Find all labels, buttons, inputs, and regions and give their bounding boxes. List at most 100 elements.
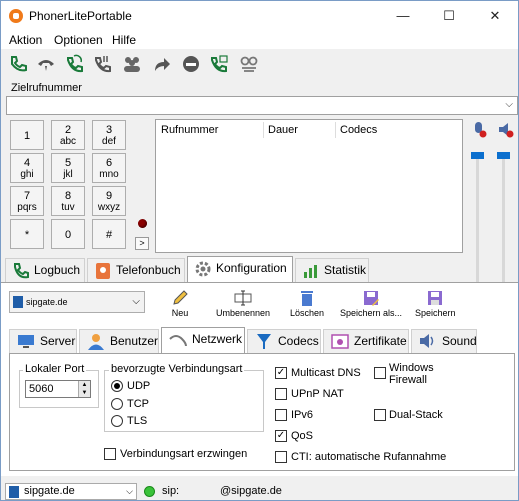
transfer-icon[interactable] [64, 54, 84, 74]
rename-button[interactable]: Umbenennen [214, 289, 272, 321]
radio-tls-label: TLS [127, 415, 148, 427]
zielrufnummer-input[interactable]: ⌵ [6, 96, 518, 115]
window-title: PhonerLitePortable [29, 9, 132, 23]
funnel-icon [257, 334, 271, 349]
close-button[interactable]: ✕ [472, 1, 518, 31]
save-as-button[interactable]: Speichern als... [339, 289, 403, 321]
keypad-digit: 3 [105, 124, 113, 136]
keypad-key[interactable]: # [92, 219, 126, 249]
upnp-nat-checkbox[interactable] [275, 388, 287, 400]
keypad-letters: tuv [61, 202, 75, 213]
tab-sound[interactable]: Sound [411, 329, 477, 353]
dual-stack-checkbox[interactable] [374, 409, 386, 421]
tab-sound-label: Sound [442, 334, 477, 348]
conference-icon[interactable] [122, 54, 142, 74]
cti-auto-answer-checkbox[interactable] [275, 451, 287, 463]
save-as-icon [364, 291, 379, 306]
keypad-letters: def [102, 136, 116, 147]
keypad-digit: 6 [105, 157, 113, 169]
keypad-key[interactable]: 1 [10, 120, 44, 150]
menu-hilfe[interactable]: Hilfe [112, 33, 136, 47]
force-connection-checkbox[interactable] [104, 448, 116, 460]
tab-telefonbuch-label: Telefonbuch [116, 263, 181, 277]
status-sip-value: @sipgate.de [220, 485, 282, 497]
radio-udp[interactable] [111, 380, 123, 392]
keypad-key[interactable]: 8 tuv [51, 186, 85, 216]
keypad-key[interactable]: 2 abc [51, 120, 85, 150]
keypad-digit: 9 [105, 190, 113, 202]
main-window: PhonerLitePortable — ☐ ✕ Aktion Optionen… [0, 0, 519, 501]
minimize-button[interactable]: — [380, 1, 426, 31]
user-icon [88, 334, 104, 350]
dnd-icon[interactable] [181, 54, 201, 74]
keypad-digit: 1 [23, 130, 31, 142]
keypad-digit: 5 [64, 157, 72, 169]
keypad-key[interactable]: 7 pqrs [10, 186, 44, 216]
status-sip-label: sip: [162, 485, 180, 497]
status-account-value: sipgate.de [24, 485, 75, 497]
tab-telefonbuch[interactable]: Telefonbuch [87, 258, 185, 282]
multicast-dns-checkbox[interactable]: ✓ [275, 367, 287, 379]
delete-button[interactable]: Löschen [287, 289, 327, 321]
new-button[interactable]: Neu [161, 289, 199, 321]
local-port-legend: Lokaler Port [23, 363, 87, 375]
keypad-key[interactable]: 4 ghi [10, 153, 44, 183]
tab-benutzer[interactable]: Benutzer [79, 329, 159, 353]
windows-firewall-checkbox[interactable] [374, 367, 386, 379]
radio-tls[interactable] [111, 415, 123, 427]
hold-icon[interactable] [36, 54, 56, 74]
maximize-button[interactable]: ☐ [426, 1, 472, 31]
save-button[interactable]: Speichern [415, 289, 456, 321]
ipv6-checkbox[interactable] [275, 409, 287, 421]
call-icon[interactable] [8, 54, 28, 74]
tab-konfiguration[interactable]: Konfiguration [187, 256, 293, 283]
qos-checkbox[interactable]: ✓ [275, 430, 287, 442]
keypad-digit: * [24, 229, 30, 241]
keypad-key[interactable]: 6 mno [92, 153, 126, 183]
voicemail-icon[interactable] [239, 54, 259, 74]
radio-tcp[interactable] [111, 398, 123, 410]
dual-stack-label: Dual-Stack [389, 409, 443, 421]
floppy-icon [428, 291, 442, 305]
keypad-letters: jkl [63, 169, 73, 180]
col-rufnummer[interactable]: Rufnummer [161, 124, 218, 136]
chevron-down-icon[interactable]: ⌵ [505, 99, 513, 110]
col-codecs[interactable]: Codecs [340, 124, 377, 136]
tab-server[interactable]: Server [9, 329, 77, 353]
keypad-key[interactable]: 3 def [92, 120, 126, 150]
speaker-mute-icon[interactable] [497, 121, 515, 139]
callback-icon[interactable] [209, 54, 229, 74]
radio-udp-label: UDP [127, 380, 151, 392]
speaker-volume-thumb[interactable] [497, 152, 510, 159]
keypad-key[interactable]: * [10, 219, 44, 249]
call-list[interactable]: Rufnummer Dauer Codecs [155, 119, 463, 253]
tab-statistik[interactable]: Statistik [295, 258, 369, 282]
col-dauer[interactable]: Dauer [268, 124, 298, 136]
keypad-key[interactable]: 9 wxyz [92, 186, 126, 216]
tab-logbuch[interactable]: Logbuch [5, 258, 85, 282]
zielrufnummer-label: Zielrufnummer [11, 82, 82, 94]
microphone-mute-icon[interactable] [471, 121, 487, 139]
tab-zertifikate-label: Zertifikate [354, 334, 407, 348]
menu-aktion[interactable]: Aktion [9, 33, 42, 47]
tab-codecs[interactable]: Codecs [247, 329, 321, 353]
redial-icon[interactable] [92, 54, 112, 74]
local-port-input[interactable]: 5060 ▲ ▼ [25, 380, 91, 398]
upnp-nat-label: UPnP NAT [291, 388, 344, 400]
tab-logbuch-label: Logbuch [34, 263, 81, 277]
expand-arrow-button[interactable]: > [135, 237, 149, 250]
account-select[interactable]: sipgate.de ⌵ [9, 291, 145, 313]
port-spinner[interactable]: ▲ ▼ [78, 381, 90, 397]
forward-icon[interactable] [152, 54, 172, 74]
tab-statistik-label: Statistik [324, 263, 367, 277]
tab-codecs-label: Codecs [278, 334, 319, 348]
mic-volume-thumb[interactable] [471, 152, 484, 159]
keypad-key[interactable]: 0 [51, 219, 85, 249]
tab-zertifikate[interactable]: Zertifikate [323, 329, 409, 353]
status-account-select[interactable]: sipgate.de ⌵ [5, 483, 137, 500]
windows-firewall-label: Windows Firewall [389, 362, 434, 386]
menu-optionen[interactable]: Optionen [54, 33, 103, 47]
keypad-letters: wxyz [97, 202, 121, 213]
keypad-key[interactable]: 5 jkl [51, 153, 85, 183]
tab-netzwerk[interactable]: Netzwerk [161, 327, 245, 354]
